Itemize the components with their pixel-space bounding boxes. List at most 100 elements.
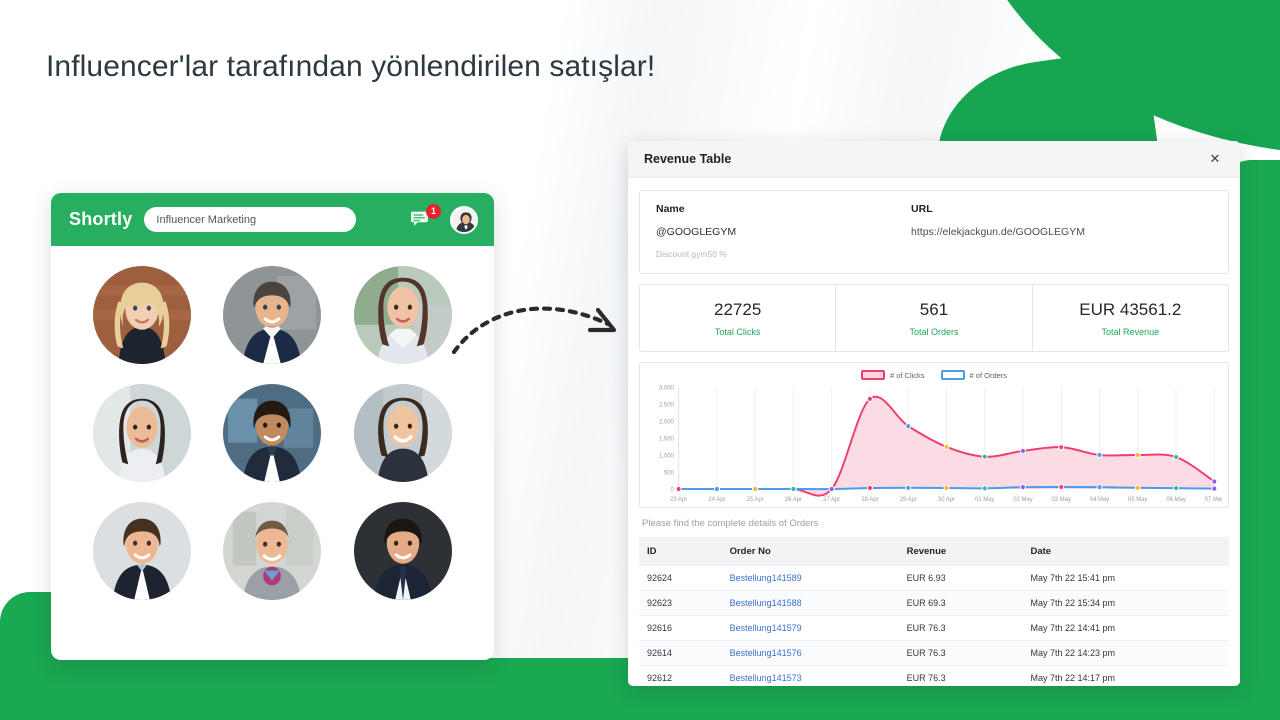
stat-total-clicks: 22725 Total Clicks bbox=[640, 285, 837, 351]
name-value: @GOOGLEGYM bbox=[656, 226, 737, 238]
table-row: 92612 Bestellung141573 EUR 76.3 May 7th 22 … bbox=[639, 665, 1229, 686]
influencer-avatar[interactable] bbox=[353, 502, 452, 600]
svg-text:30 Apr: 30 Apr bbox=[938, 497, 955, 503]
legend-item-clicks[interactable]: # of Clicks bbox=[860, 370, 925, 380]
influencer-avatar[interactable] bbox=[353, 266, 452, 364]
table-row: 92614 Bestellung141576 EUR 76.3 May 7th 22 … bbox=[639, 640, 1229, 666]
svg-text:04 May: 04 May bbox=[1090, 497, 1110, 503]
svg-text:0: 0 bbox=[671, 488, 675, 494]
svg-text:1,500: 1,500 bbox=[659, 437, 674, 443]
cell-date: May 7th 22 14:41 pm bbox=[1022, 615, 1229, 641]
avatar[interactable] bbox=[450, 205, 478, 234]
slide-canvas: Influencer'lar tarafından yönlendirilen … bbox=[0, 0, 1280, 720]
svg-text:25 Apr: 25 Apr bbox=[747, 497, 764, 503]
stat-label: Total Clicks bbox=[714, 327, 761, 337]
cell-id: 92614 bbox=[639, 640, 722, 666]
column-header-id: ID bbox=[639, 537, 722, 566]
order-link[interactable]: Bestellung141573 bbox=[730, 673, 802, 683]
column-header-order-no: Order No bbox=[721, 537, 899, 566]
stat-value: EUR 43561.2 bbox=[1079, 300, 1182, 319]
stat-value: 22725 bbox=[714, 300, 762, 319]
legend-label-orders: # of Orders bbox=[969, 370, 1008, 380]
cell-id: 92616 bbox=[639, 615, 722, 641]
order-link[interactable]: Bestellung141589 bbox=[730, 573, 802, 583]
table-header-row: ID Order No Revenue Date bbox=[639, 537, 1229, 566]
app-logo: Shortly bbox=[69, 209, 133, 229]
svg-text:26 Apr: 26 Apr bbox=[785, 497, 802, 503]
cell-date: May 7th 22 14:23 pm bbox=[1022, 640, 1229, 666]
svg-text:05 May: 05 May bbox=[1128, 497, 1148, 503]
order-link[interactable]: Bestellung141588 bbox=[730, 598, 802, 608]
cell-revenue: EUR 76.3 bbox=[898, 615, 1023, 641]
close-icon[interactable]: ✕ bbox=[1206, 150, 1224, 168]
stat-total-orders: 561 Total Orders bbox=[836, 285, 1033, 351]
panel-header: Revenue Table ✕ bbox=[628, 141, 1240, 178]
svg-text:03 May: 03 May bbox=[1052, 497, 1072, 503]
influencer-avatar[interactable] bbox=[223, 266, 322, 364]
cell-order-no: Bestellung141573 bbox=[721, 665, 899, 686]
order-link[interactable]: Bestellung141579 bbox=[730, 623, 802, 633]
app-topbar: Shortly 1 bbox=[51, 193, 494, 246]
cell-date: May 7th 22 15:41 pm bbox=[1022, 566, 1229, 591]
url-label: URL bbox=[911, 203, 933, 215]
influencer-avatar[interactable] bbox=[93, 266, 192, 364]
influencer-info-box: Name @GOOGLEGYM Discount gym50 % URL htt… bbox=[639, 190, 1229, 274]
svg-text:29 Apr: 29 Apr bbox=[900, 497, 917, 503]
orders-table-body: 92624 Bestellung141589 EUR 6.93 May 7th 22 … bbox=[639, 566, 1229, 686]
svg-text:1,000: 1,000 bbox=[659, 454, 674, 460]
table-row: 92624 Bestellung141589 EUR 6.93 May 7th 22 … bbox=[639, 566, 1229, 591]
svg-text:500: 500 bbox=[664, 471, 675, 477]
svg-text:2,500: 2,500 bbox=[659, 403, 674, 409]
column-header-revenue: Revenue bbox=[898, 537, 1023, 566]
order-link[interactable]: Bestellung141576 bbox=[730, 648, 802, 658]
influencer-avatar[interactable] bbox=[93, 502, 192, 600]
chart-plot-area: 0 500 1,000 1,500 2,000 2,500 3,000 23 Apr 24 Ap… bbox=[659, 386, 1222, 504]
stat-label: Total Revenue bbox=[1101, 327, 1160, 337]
cell-revenue: EUR 69.3 bbox=[898, 590, 1023, 616]
cell-id: 92623 bbox=[639, 590, 722, 616]
svg-text:06 May: 06 May bbox=[1166, 497, 1186, 503]
influencer-avatar[interactable] bbox=[353, 384, 452, 482]
cell-revenue: EUR 6.93 bbox=[898, 566, 1023, 591]
search-input[interactable] bbox=[144, 207, 357, 232]
svg-text:01 May: 01 May bbox=[975, 497, 995, 503]
svg-text:3,000: 3,000 bbox=[659, 386, 674, 392]
stat-total-revenue: EUR 43561.2 Total Revenue bbox=[1033, 285, 1228, 351]
cell-revenue: EUR 76.3 bbox=[898, 665, 1023, 686]
legend-swatch-clicks bbox=[860, 370, 885, 380]
stat-label: Total Orders bbox=[909, 327, 959, 337]
url-value[interactable]: https://elekjackgun.de/GOOGLEGYM bbox=[911, 226, 1212, 238]
topbar-icons: 1 bbox=[410, 203, 478, 234]
cell-order-no: Bestellung141589 bbox=[721, 566, 899, 591]
cell-order-no: Bestellung141576 bbox=[721, 640, 899, 666]
cell-revenue: EUR 76.3 bbox=[898, 640, 1023, 666]
influencer-app-card: Shortly 1 bbox=[51, 193, 494, 660]
legend-label-clicks: # of Clicks bbox=[889, 370, 925, 380]
panel-body: Name @GOOGLEGYM Discount gym50 % URL htt… bbox=[628, 178, 1240, 686]
stat-value: 561 bbox=[919, 300, 949, 319]
notification-badge: 1 bbox=[426, 203, 441, 219]
orders-table: ID Order No Revenue Date 92624 Bestellung… bbox=[639, 537, 1229, 686]
legend-item-orders[interactable]: # of Orders bbox=[940, 370, 1008, 380]
info-column-name: Name @GOOGLEGYM Discount gym50 % bbox=[656, 203, 911, 259]
influencer-avatar[interactable] bbox=[223, 502, 322, 600]
cell-date: May 7th 22 15:34 pm bbox=[1022, 590, 1229, 616]
panel-title: Revenue Table bbox=[644, 152, 732, 166]
influencer-grid bbox=[51, 246, 494, 618]
column-header-date: Date bbox=[1022, 537, 1229, 566]
svg-text:28 Apr: 28 Apr bbox=[861, 497, 878, 503]
cell-id: 92624 bbox=[639, 566, 722, 591]
legend-swatch-orders bbox=[940, 370, 965, 380]
influencer-avatar[interactable] bbox=[223, 384, 322, 482]
svg-text:2,000: 2,000 bbox=[659, 420, 674, 426]
svg-text:27 Apr: 27 Apr bbox=[823, 497, 840, 503]
cell-order-no: Bestellung141579 bbox=[721, 615, 899, 641]
svg-text:07 May: 07 May bbox=[1205, 497, 1222, 503]
page-title: Influencer'lar tarafından yönlendirilen … bbox=[46, 50, 656, 83]
influencer-avatar[interactable] bbox=[93, 384, 192, 482]
table-row: 92623 Bestellung141588 EUR 69.3 May 7th 22 … bbox=[639, 590, 1229, 616]
notifications-button[interactable]: 1 bbox=[410, 203, 441, 232]
svg-text:23 Apr: 23 Apr bbox=[670, 497, 687, 503]
chart-legend: # of Clicks # of Orders bbox=[646, 367, 1222, 381]
svg-text:02 May: 02 May bbox=[1013, 497, 1033, 503]
